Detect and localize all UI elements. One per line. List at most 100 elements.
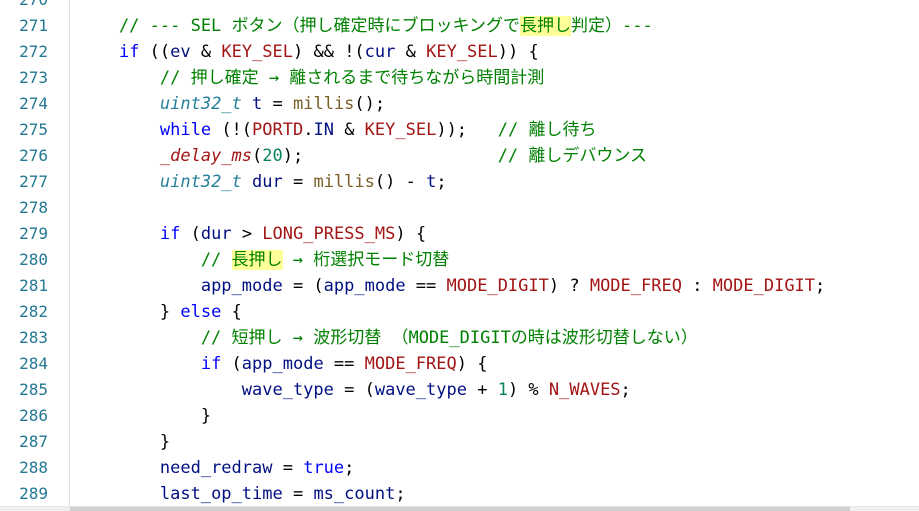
code-token: ( [180, 224, 201, 244]
line-number: 275 [19, 120, 48, 139]
code-text: last_op_time = ms_count; [78, 481, 406, 507]
code-line[interactable]: 279 if (dur > LONG_PRESS_MS) { [0, 221, 919, 247]
scrollbar-thumb[interactable] [70, 507, 850, 511]
code-editor[interactable]: 270271 // --- SEL ボタン（押し確定時にブロッキングで長押し判定… [0, 0, 919, 511]
code-token: ; [815, 276, 826, 296]
line-number: 272 [19, 42, 48, 61]
code-token: (!( [211, 120, 253, 140]
code-token: MODE_DIGIT [446, 276, 549, 296]
code-token: true [303, 458, 345, 478]
code-token: t [426, 172, 437, 192]
line-number: 277 [19, 172, 48, 191]
line-number: 286 [19, 406, 48, 425]
code-token: = [282, 172, 314, 192]
code-line[interactable]: 283 // 短押し → 波形切替 （MODE_DIGITの時は波形切替しない） [0, 325, 919, 351]
code-line[interactable]: 272 if ((ev & KEY_SEL) && !(cur & KEY_SE… [0, 39, 919, 65]
code-token: dur [252, 172, 283, 192]
code-token: // 離し待ち [497, 120, 597, 140]
code-token: app_mode [241, 354, 324, 374]
code-token: wave_type [374, 380, 467, 400]
code-text: uint32_t t = millis(); [78, 91, 385, 117]
code-line[interactable]: 285 wave_type = (wave_type + 1) % N_WAVE… [0, 377, 919, 403]
code-line[interactable]: 270 [0, 0, 919, 13]
code-token: (( [139, 42, 171, 62]
code-line[interactable]: 277 uint32_t dur = millis() - t; [0, 169, 919, 195]
line-number: 276 [19, 146, 48, 165]
code-line[interactable]: 286 } [0, 403, 919, 429]
code-token: & [190, 42, 222, 62]
code-line[interactable]: 278 [0, 195, 919, 221]
code-token: // 短押し → 波形切替 （MODE_DIGITの時は波形切替しない） [78, 328, 698, 348]
code-text: app_mode = (app_mode == MODE_DIGIT) ? MO… [78, 273, 825, 299]
line-number: 285 [19, 380, 48, 399]
code-token: ; [436, 172, 447, 192]
code-token: ; [344, 458, 355, 478]
code-token: cur [364, 42, 396, 62]
line-number: 271 [19, 16, 48, 35]
code-token: MODE_FREQ [589, 276, 682, 296]
code-token: . [303, 120, 314, 140]
code-token: LONG_PRESS_MS [262, 224, 396, 244]
line-number: 273 [19, 68, 48, 87]
code-token: == [323, 354, 365, 374]
code-token: : [681, 276, 713, 296]
code-token: 判定）--- [571, 16, 653, 36]
code-token: if [159, 224, 181, 244]
code-text: uint32_t dur = millis() - t; [78, 169, 447, 195]
code-token: else [180, 302, 222, 322]
code-token: + [466, 380, 498, 400]
code-line[interactable]: 276 _delay_ms(20); // 離しデバウンス [0, 143, 919, 169]
code-text: // 長押し → 桁選択モード切替 [78, 247, 449, 273]
code-token: = [262, 94, 293, 114]
code-token: millis [313, 172, 375, 192]
code-text: // 短押し → 波形切替 （MODE_DIGITの時は波形切替しない） [78, 325, 698, 351]
code-line[interactable]: 275 while (!(PORTD.IN & KEY_SEL)); // 離し… [0, 117, 919, 143]
line-number: 289 [19, 484, 48, 503]
code-token: dur [200, 224, 232, 244]
code-token: while [159, 120, 212, 140]
horizontal-scrollbar[interactable] [0, 506, 919, 511]
code-token: → 桁選択モード切替 [282, 250, 450, 270]
code-token: 20 [262, 146, 283, 166]
code-token: N_WAVES [548, 380, 621, 400]
code-token: ) { [456, 354, 488, 374]
code-line[interactable]: 280 // 長押し → 桁選択モード切替 [0, 247, 919, 273]
code-line[interactable]: 282 } else { [0, 299, 919, 325]
code-text: // --- SEL ボタン（押し確定時にブロッキングで長押し判定）--- [78, 13, 653, 39]
code-text: need_redraw = true; [78, 455, 355, 481]
code-line[interactable]: 287 } [0, 429, 919, 455]
code-line[interactable]: 274 uint32_t t = millis(); [0, 91, 919, 117]
code-token: ) ? [548, 276, 590, 296]
code-line[interactable]: 271 // --- SEL ボタン（押し確定時にブロッキングで長押し判定）--… [0, 13, 919, 39]
line-number: 281 [19, 276, 48, 295]
code-token: } [78, 406, 212, 426]
code-line[interactable]: 289 last_op_time = ms_count; [0, 481, 919, 507]
code-token: = ( [333, 380, 375, 400]
line-number: 274 [19, 94, 48, 113]
code-token: } [78, 302, 181, 322]
code-token: { [221, 302, 242, 322]
code-token: if [200, 354, 222, 374]
code-token: if [118, 42, 140, 62]
code-token: ; [620, 380, 631, 400]
code-line[interactable]: 273 // 押し確定 → 離されるまで待ちながら時間計測 [0, 65, 919, 91]
line-number: 282 [19, 302, 48, 321]
line-number: 287 [19, 432, 48, 451]
code-token: )); [436, 120, 498, 140]
line-number: 280 [19, 250, 48, 269]
code-line[interactable]: 284 if (app_mode == MODE_FREQ) { [0, 351, 919, 377]
code-token: ) && !( [293, 42, 365, 62]
code-token: _delay_ms [159, 146, 253, 166]
code-token: ev [170, 42, 191, 62]
code-line[interactable]: 281 app_mode = (app_mode == MODE_DIGIT) … [0, 273, 919, 299]
code-line[interactable]: 288 need_redraw = true; [0, 455, 919, 481]
code-token: & [395, 42, 427, 62]
